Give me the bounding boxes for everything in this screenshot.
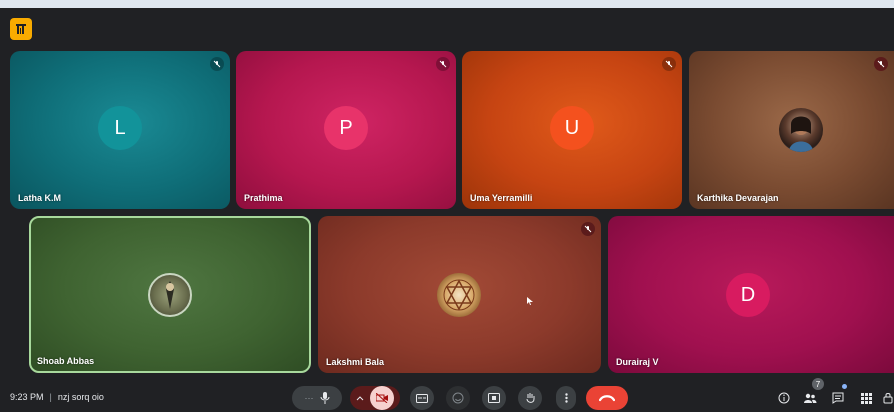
top-strip bbox=[0, 0, 894, 8]
chat-icon bbox=[832, 392, 844, 404]
apps-grid-icon bbox=[860, 392, 872, 404]
participant-name: Durairaj V bbox=[616, 357, 659, 367]
chevron-up-icon bbox=[356, 396, 364, 401]
participant-name: Lakshmi Bala bbox=[326, 357, 385, 367]
end-call-icon bbox=[599, 395, 615, 402]
avatar: P bbox=[324, 106, 368, 150]
camera-off-button[interactable] bbox=[370, 386, 394, 410]
people-icon bbox=[804, 393, 817, 403]
info-icon bbox=[778, 392, 790, 404]
present-icon bbox=[488, 393, 500, 403]
participant-name: Karthika Devarajan bbox=[697, 193, 779, 203]
meeting-time: 9:23 PM bbox=[10, 392, 44, 402]
participant-tile[interactable]: Karthika Devarajan bbox=[689, 51, 894, 209]
activities-button[interactable] bbox=[856, 388, 876, 408]
participant-photo bbox=[148, 273, 192, 317]
captions-icon bbox=[416, 393, 428, 403]
meeting-code: nzj sorq oio bbox=[57, 392, 104, 402]
participant-name: Uma Yerramilli bbox=[470, 193, 533, 203]
avatar: D bbox=[726, 273, 770, 317]
participant-tile[interactable]: Lakshmi Bala bbox=[318, 216, 601, 373]
captions-button[interactable] bbox=[410, 386, 434, 410]
avatar: U bbox=[550, 106, 594, 150]
mic-control[interactable]: ··· bbox=[292, 386, 342, 410]
mic-icon bbox=[320, 392, 329, 404]
participant-photo bbox=[779, 108, 823, 152]
more-vert-icon bbox=[564, 393, 568, 403]
mic-off-icon bbox=[874, 57, 888, 71]
mouse-cursor-icon bbox=[527, 292, 533, 310]
meet-app-icon[interactable] bbox=[10, 18, 32, 40]
raise-hand-button[interactable] bbox=[518, 386, 542, 410]
mic-off-icon bbox=[210, 57, 224, 71]
mic-off-icon bbox=[436, 57, 450, 71]
participant-name: Latha K.M bbox=[18, 193, 62, 203]
participant-tile[interactable]: P Prathima bbox=[236, 51, 456, 209]
participant-tile[interactable]: L Latha K.M bbox=[10, 51, 230, 209]
host-controls-button[interactable] bbox=[882, 388, 894, 408]
avatar: L bbox=[98, 106, 142, 150]
meeting-details-button[interactable] bbox=[774, 388, 794, 408]
participant-tile[interactable]: D Durairaj V bbox=[608, 216, 894, 373]
end-call-button[interactable] bbox=[586, 386, 628, 410]
participant-tile[interactable]: U Uma Yerramilli bbox=[462, 51, 682, 209]
more-options-button[interactable] bbox=[556, 386, 576, 410]
camera-off-icon bbox=[376, 393, 388, 403]
bottom-control-bar: 9:23 PM | nzj sorq oio ··· 7 bbox=[0, 378, 894, 412]
meet-app-icon bbox=[16, 24, 26, 34]
lock-person-icon bbox=[883, 393, 893, 404]
mic-off-icon bbox=[662, 57, 676, 71]
mic-off-icon bbox=[581, 222, 595, 236]
chat-button[interactable] bbox=[828, 388, 848, 408]
camera-control[interactable] bbox=[350, 386, 400, 410]
participant-name: Prathima bbox=[244, 193, 283, 203]
participant-name: Shoab Abbas bbox=[37, 356, 95, 366]
emoji-button[interactable] bbox=[446, 386, 470, 410]
participant-photo bbox=[437, 273, 481, 317]
participant-tile[interactable]: Shoab Abbas bbox=[29, 216, 311, 373]
present-button[interactable] bbox=[482, 386, 506, 410]
meeting-info: 9:23 PM | nzj sorq oio bbox=[10, 392, 104, 402]
emoji-icon bbox=[452, 392, 464, 404]
people-button[interactable] bbox=[800, 388, 820, 408]
hand-icon bbox=[526, 393, 534, 403]
more-dots-icon[interactable]: ··· bbox=[305, 393, 314, 403]
